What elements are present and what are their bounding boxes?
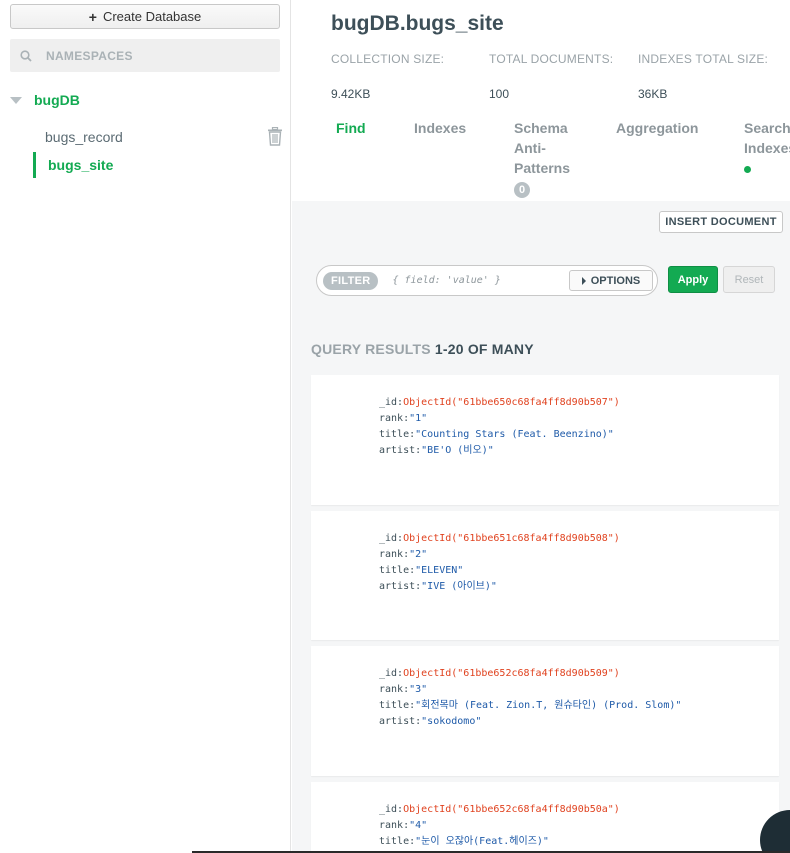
- doc-title: "눈이 오잖아(Feat.헤이즈)": [415, 836, 549, 847]
- apply-button[interactable]: Apply: [668, 266, 718, 293]
- collection-header: bugDB.bugs_site COLLECTION SIZE: TOTAL D…: [292, 0, 790, 201]
- page-title: bugDB.bugs_site: [331, 12, 504, 35]
- tab-schema-anti-patterns[interactable]: Schema Anti-Patterns 0: [514, 118, 574, 198]
- main-panel: bugDB.bugs_site COLLECTION SIZE: TOTAL D…: [292, 0, 790, 853]
- database-name: bugDB: [34, 92, 80, 108]
- doc-title: "ELEVEN": [415, 565, 464, 576]
- caret-right-icon: [581, 276, 586, 285]
- collection-item-bugs-site[interactable]: bugs_site: [33, 152, 283, 178]
- tab-search-label: Search Indexes: [744, 120, 790, 156]
- document-card[interactable]: _id:ObjectId("61bbe651c68fa4ff8d90b508")…: [311, 511, 779, 640]
- query-results-label: QUERY RESULTS: [311, 341, 431, 357]
- doc-id: ObjectId("61bbe651c68fa4ff8d90b508"): [403, 533, 620, 544]
- search-icon: [20, 49, 32, 62]
- tab-search-indexes[interactable]: Search Indexes: [744, 118, 790, 178]
- total-documents-value: 100: [489, 87, 510, 101]
- doc-rank: "3": [409, 684, 428, 695]
- options-label: OPTIONS: [590, 274, 641, 287]
- filter-bar[interactable]: FILTER { field: 'value' } OPTIONS: [316, 265, 658, 296]
- doc-rank: "2": [409, 549, 428, 560]
- doc-artist: "BE'O (비오)": [421, 445, 494, 456]
- tab-find[interactable]: Find: [336, 118, 366, 138]
- tab-schema-label: Schema Anti-Patterns: [514, 120, 571, 176]
- caret-down-icon[interactable]: [10, 96, 22, 104]
- doc-id: ObjectId("61bbe652c68fa4ff8d90b509"): [403, 668, 620, 679]
- tab-indexes[interactable]: Indexes: [414, 118, 466, 138]
- tab-aggregation[interactable]: Aggregation: [616, 118, 698, 138]
- namespace-search-placeholder: NAMESPACES: [46, 48, 133, 63]
- plus-icon: +: [88, 8, 97, 25]
- schema-count-badge: 0: [514, 182, 530, 198]
- doc-id: ObjectId("61bbe650c68fa4ff8d90b507"): [403, 397, 620, 408]
- doc-artist: "sokodomo": [421, 716, 482, 727]
- create-database-label: Create Database: [102, 9, 202, 24]
- filter-label: FILTER: [323, 271, 379, 290]
- database-item[interactable]: bugDB: [10, 90, 80, 110]
- query-results-header: QUERY RESULTS 1-20 OF MANY: [311, 341, 534, 357]
- document-card[interactable]: _id:ObjectId("61bbe652c68fa4ff8d90b509")…: [311, 646, 779, 776]
- collection-size-value: 9.42KB: [331, 87, 371, 101]
- total-documents-label: TOTAL DOCUMENTS:: [489, 52, 614, 66]
- collection-size-label: COLLECTION SIZE:: [331, 52, 445, 66]
- doc-title: "Counting Stars (Feat. Beenzino)": [415, 429, 614, 440]
- reset-button[interactable]: Reset: [723, 266, 775, 293]
- collection-item-bugs-record[interactable]: bugs_record: [33, 124, 283, 150]
- doc-rank: "1": [409, 413, 428, 424]
- doc-id: ObjectId("61bbe652c68fa4ff8d90b50a"): [403, 804, 620, 815]
- collection-label: bugs_site: [48, 157, 114, 173]
- indexes-size-value: 36KB: [638, 87, 668, 101]
- namespace-search-input[interactable]: NAMESPACES: [10, 39, 280, 72]
- indexes-size-label: INDEXES TOTAL SIZE:: [638, 52, 769, 66]
- doc-artist: "IVE (아이브)": [421, 581, 497, 592]
- query-results-count: 1-20 OF MANY: [434, 341, 534, 357]
- trash-icon[interactable]: [267, 127, 283, 146]
- insert-document-button[interactable]: INSERT DOCUMENT: [659, 211, 783, 233]
- doc-title: "회전목마 (Feat. Zion.T, 원슈타인) (Prod. Slom)": [415, 700, 682, 711]
- sidebar: + Create Database NAMESPACES bugDB bugs_…: [0, 0, 291, 853]
- options-button[interactable]: OPTIONS: [569, 270, 653, 291]
- doc-rank: "4": [409, 820, 428, 831]
- document-card[interactable]: _id:ObjectId("61bbe652c68fa4ff8d90b50a")…: [311, 782, 779, 853]
- filter-input[interactable]: { field: 'value' }: [392, 275, 564, 286]
- create-database-button[interactable]: + Create Database: [10, 4, 280, 29]
- collection-label: bugs_record: [45, 129, 123, 145]
- document-card[interactable]: _id:ObjectId("61bbe650c68fa4ff8d90b507")…: [311, 375, 779, 505]
- status-dot-icon: [744, 166, 751, 173]
